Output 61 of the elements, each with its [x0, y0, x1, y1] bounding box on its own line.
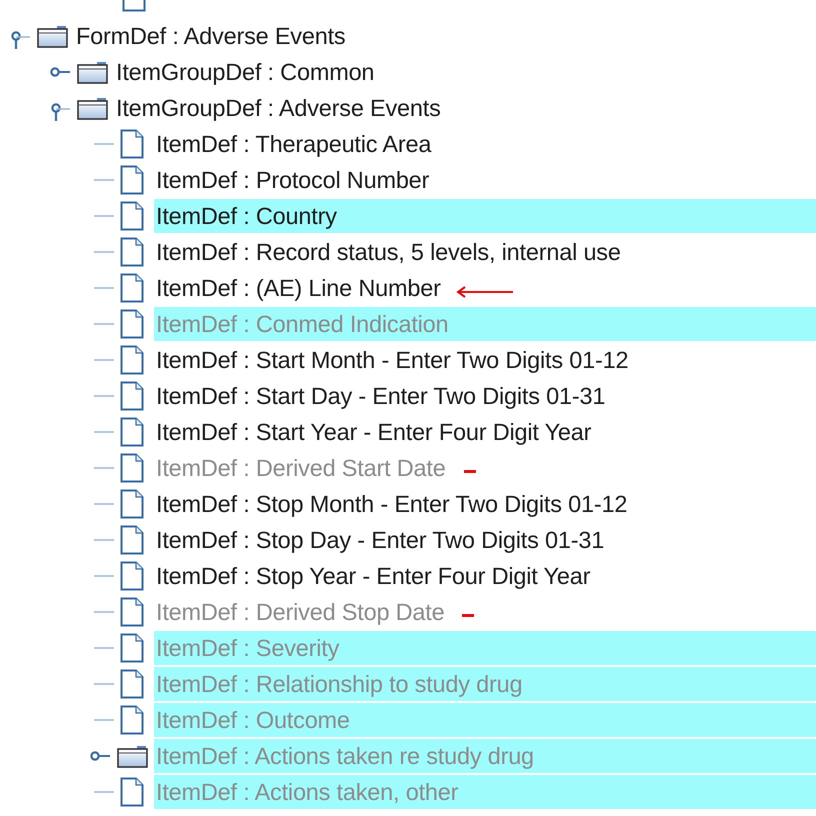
tree-node-label[interactable]: ItemDef : Start Year - Enter Four Digit Year	[154, 415, 596, 449]
connector-line	[94, 179, 114, 181]
document-icon	[120, 705, 144, 735]
connector-line	[94, 359, 114, 361]
connector-line	[94, 791, 114, 793]
annotation-arrow-icon	[454, 286, 515, 298]
tree-node-label[interactable]: ItemDef : Stop Year - Enter Four Digit Year	[154, 559, 594, 593]
connector-line	[94, 647, 114, 649]
document-icon	[120, 453, 144, 483]
connector-line	[94, 503, 114, 505]
folder-icon	[36, 24, 68, 48]
expanded-handle-icon[interactable]	[50, 103, 70, 123]
tree-node-label[interactable]: ItemDef : Therapeutic Area	[154, 127, 436, 161]
connector-line	[94, 431, 114, 433]
document-icon	[120, 597, 144, 627]
tree-node-label[interactable]: ItemGroupDef : Common	[114, 55, 378, 89]
tree-node-label[interactable]: ItemDef : Protocol Number	[154, 163, 434, 197]
annotation-dash-icon	[464, 470, 476, 472]
document-icon	[120, 201, 144, 231]
connector-line	[94, 683, 114, 685]
document-icon	[120, 381, 144, 411]
tree-node-label[interactable]: ItemDef : Stop Month - Enter Two Digits 01-12	[154, 487, 632, 521]
connector-line	[94, 395, 114, 397]
connector-line	[94, 251, 114, 253]
tree-node-label[interactable]: ItemDef : Start Month - Enter Two Digits 01-12	[154, 343, 632, 377]
folder-icon	[116, 744, 148, 768]
document-icon	[120, 561, 144, 591]
document-icon	[120, 489, 144, 519]
connector-line	[94, 539, 114, 541]
folder-icon	[76, 96, 108, 120]
tree-node-label[interactable]: ItemDef : Stop Day - Enter Two Digits 01-31	[154, 523, 608, 557]
connector-line	[94, 611, 114, 613]
document-icon	[120, 309, 144, 339]
tree-node-label[interactable]: ItemGroupDef : Adverse Events	[114, 91, 445, 125]
document-icon	[120, 237, 144, 267]
connector-line	[94, 575, 114, 577]
connector-line	[94, 323, 114, 325]
expanded-handle-icon[interactable]	[10, 31, 30, 51]
document-icon	[120, 129, 144, 159]
document-icon	[120, 273, 144, 303]
collapsed-handle-icon[interactable]	[50, 66, 70, 78]
connector-line	[94, 287, 114, 289]
annotation-dash-icon	[462, 614, 474, 616]
tree-node-label[interactable]: FormDef : Adverse Events	[74, 19, 350, 53]
tree-node-label[interactable]: ItemDef : Start Day - Enter Two Digits 01-31	[154, 379, 610, 413]
connector-line	[94, 467, 114, 469]
connector-line	[94, 215, 114, 217]
document-icon	[120, 633, 144, 663]
connector-line	[94, 143, 114, 145]
tree-node-label[interactable]: ItemDef : (AE) Line Number	[154, 271, 445, 305]
document-icon	[120, 777, 144, 807]
document-icon	[122, 0, 146, 12]
document-icon	[120, 669, 144, 699]
tree-node-label[interactable]: ItemDef : Record status, 5 levels, internal use	[154, 235, 625, 269]
document-icon	[120, 345, 144, 375]
connector-line	[94, 719, 114, 721]
tree-node-label[interactable]: ItemDef : Country	[154, 199, 816, 233]
folder-icon	[76, 60, 108, 84]
document-icon	[120, 165, 144, 195]
document-icon	[120, 417, 144, 447]
document-icon	[120, 525, 144, 555]
